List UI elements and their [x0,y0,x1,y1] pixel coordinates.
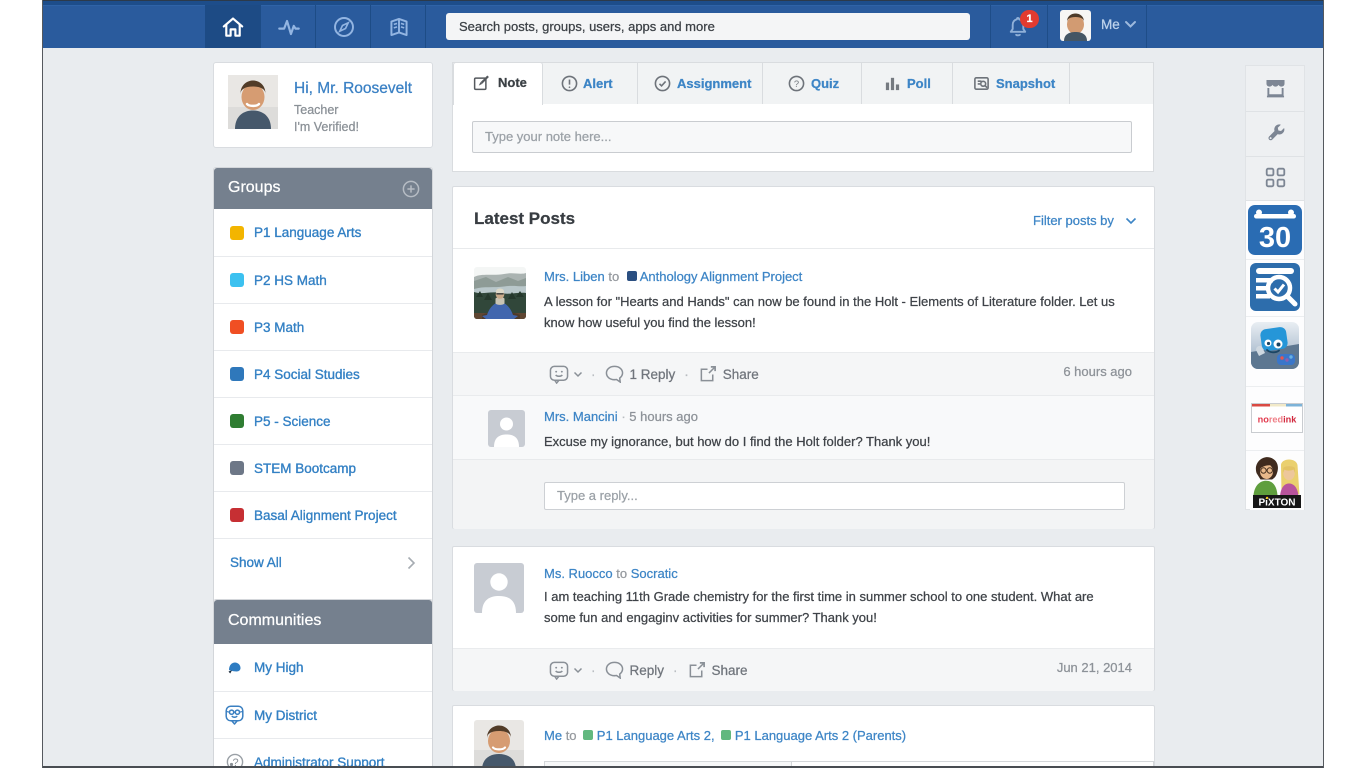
svg-text:noredink: noredink [1258,415,1298,425]
svg-text:30: 30 [1259,222,1291,254]
svg-text:?: ? [794,79,799,90]
svg-text:PiXTON: PiXTON [1258,498,1295,509]
